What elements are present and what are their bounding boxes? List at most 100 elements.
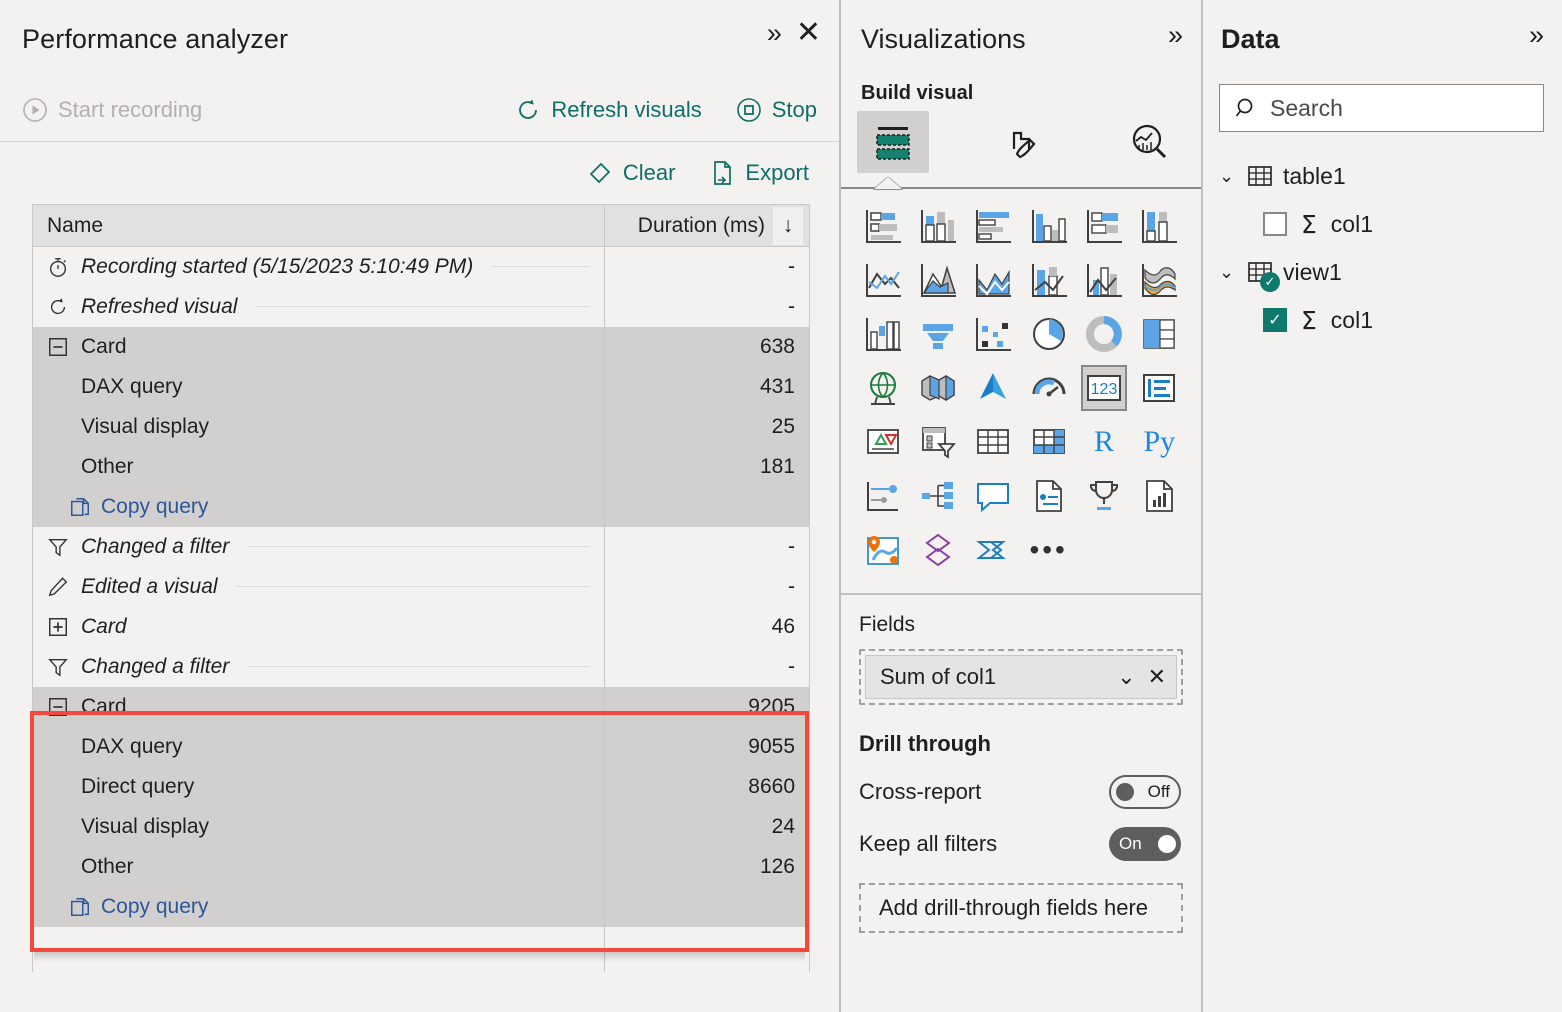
hundred-percent-stacked-bar-chart-icon[interactable] xyxy=(1081,203,1127,249)
table-row-highlighted[interactable]: Card 9205 xyxy=(32,686,810,727)
scatter-chart-icon[interactable] xyxy=(970,311,1016,357)
stop-button[interactable]: Stop xyxy=(736,97,817,123)
table-row[interactable]: Card 638 xyxy=(32,326,810,367)
clustered-column-chart-icon[interactable] xyxy=(1026,203,1072,249)
refresh-visuals-button[interactable]: Refresh visuals xyxy=(515,97,702,123)
chevron-down-icon[interactable]: ⌄ xyxy=(1117,666,1135,688)
column-header-duration[interactable]: Duration (ms) ↓ xyxy=(604,204,810,247)
line-stacked-column-chart-icon[interactable] xyxy=(1026,257,1072,303)
kpi-icon[interactable] xyxy=(860,419,906,465)
funnel-chart-icon[interactable] xyxy=(915,311,961,357)
row-duration: - xyxy=(604,566,810,607)
map-icon[interactable] xyxy=(860,365,906,411)
cross-report-toggle[interactable]: Off xyxy=(1109,775,1181,809)
stacked-bar-chart-icon[interactable] xyxy=(860,203,906,249)
key-influencers-icon[interactable] xyxy=(860,473,906,519)
copy-query-cell[interactable]: Copy query xyxy=(32,486,605,527)
table-row[interactable]: Refreshed visual - xyxy=(32,286,810,327)
field-checkbox[interactable] xyxy=(1263,212,1287,236)
line-chart-icon[interactable] xyxy=(860,257,906,303)
table-row[interactable]: Other 126 xyxy=(32,846,810,887)
table-row[interactable]: Changed a filter - xyxy=(32,646,810,687)
table-row[interactable]: DAX query 431 xyxy=(32,366,810,407)
table-row[interactable]: Changed a filter - xyxy=(32,526,810,567)
tree-node-table1-col1[interactable]: Σ col1 xyxy=(1219,200,1544,248)
expand-plus-icon[interactable] xyxy=(47,616,69,638)
close-icon[interactable]: ✕ xyxy=(796,18,821,48)
fields-drop-zone[interactable]: Sum of col1 ⌄ ✕ xyxy=(859,649,1183,705)
chevron-down-icon[interactable]: ⌄ xyxy=(1219,262,1237,283)
sort-descending-icon[interactable]: ↓ xyxy=(773,206,803,245)
python-visual-icon[interactable]: Py xyxy=(1136,419,1182,465)
stacked-column-chart-icon[interactable] xyxy=(915,203,961,249)
copy-query-cell[interactable]: Copy query xyxy=(32,886,605,927)
metrics-icon[interactable] xyxy=(1081,473,1127,519)
donut-chart-icon[interactable] xyxy=(1081,311,1127,357)
treemap-icon[interactable] xyxy=(1136,311,1182,357)
copy-query-link[interactable]: Copy query xyxy=(69,495,590,519)
table-row[interactable]: Visual display 24 xyxy=(32,806,810,847)
decomposition-tree-icon[interactable] xyxy=(915,473,961,519)
build-visual-tab[interactable] xyxy=(857,111,929,173)
table-row[interactable]: DAX query 9055 xyxy=(32,726,810,767)
keep-all-filters-toggle[interactable]: On xyxy=(1109,827,1181,861)
power-apps-icon[interactable] xyxy=(915,527,961,573)
table-row[interactable]: Edited a visual - xyxy=(32,566,810,607)
start-recording-button[interactable]: Start recording xyxy=(22,97,202,123)
export-button[interactable]: Export xyxy=(709,160,809,186)
card-icon[interactable]: 123 xyxy=(1080,365,1127,411)
analytics-tab[interactable] xyxy=(1113,111,1185,173)
table-row[interactable]: Direct query 8660 xyxy=(32,766,810,807)
hundred-percent-stacked-column-chart-icon[interactable] xyxy=(1136,203,1182,249)
clear-button[interactable]: Clear xyxy=(587,160,675,186)
stacked-area-chart-icon[interactable] xyxy=(970,257,1016,303)
r-script-visual-icon[interactable]: R xyxy=(1081,419,1127,465)
line-clustered-column-chart-icon[interactable] xyxy=(1081,257,1127,303)
waterfall-chart-icon[interactable] xyxy=(860,311,906,357)
table-icon[interactable] xyxy=(970,419,1016,465)
search-input[interactable]: Search xyxy=(1219,84,1544,132)
table-body: Recording started (5/15/2023 5:10:49 PM)… xyxy=(32,246,810,972)
table-row[interactable]: Copy query xyxy=(32,886,810,927)
chevron-down-icon[interactable]: ⌄ xyxy=(1219,166,1237,187)
gauge-icon[interactable] xyxy=(1026,365,1072,411)
table-row[interactable]: Card 46 xyxy=(32,606,810,647)
close-icon[interactable]: ✕ xyxy=(1148,666,1166,688)
table-row[interactable]: Other 181 xyxy=(32,446,810,487)
collapse-minus-icon[interactable] xyxy=(47,696,69,718)
field-checkbox-checked[interactable]: ✓ xyxy=(1263,308,1287,332)
copy-query-link[interactable]: Copy query xyxy=(69,895,590,919)
area-chart-icon[interactable] xyxy=(915,257,961,303)
qa-visual-icon[interactable] xyxy=(970,473,1016,519)
tree-node-view1-col1[interactable]: ✓ Σ col1 xyxy=(1219,296,1544,344)
power-automate-icon[interactable] xyxy=(970,527,1016,573)
chevron-double-right-icon[interactable]: » xyxy=(1529,22,1544,49)
toggle-knob xyxy=(1116,783,1134,801)
table-row[interactable]: Recording started (5/15/2023 5:10:49 PM)… xyxy=(32,246,810,287)
column-header-name[interactable]: Name xyxy=(32,204,605,247)
copy-icon xyxy=(71,897,89,916)
arcgis-map-icon[interactable] xyxy=(860,527,906,573)
clustered-bar-chart-icon[interactable] xyxy=(970,203,1016,249)
collapse-minus-icon[interactable] xyxy=(47,336,69,358)
field-chip[interactable]: Sum of col1 ⌄ ✕ xyxy=(865,655,1177,699)
chevron-double-right-icon[interactable]: » xyxy=(1168,22,1183,49)
chevron-double-right-icon[interactable]: » xyxy=(767,19,782,47)
matrix-icon[interactable] xyxy=(1026,419,1072,465)
drill-through-drop-zone[interactable]: Add drill-through fields here xyxy=(859,883,1183,933)
table-row[interactable]: Copy query xyxy=(32,486,810,527)
slicer-icon[interactable] xyxy=(915,419,961,465)
multi-row-card-icon[interactable] xyxy=(1136,365,1182,411)
format-visual-tab[interactable] xyxy=(985,111,1057,173)
pie-chart-icon[interactable] xyxy=(1026,311,1072,357)
table-row[interactable]: Visual display 25 xyxy=(32,406,810,447)
ribbon-chart-icon[interactable] xyxy=(1136,257,1182,303)
filled-map-icon[interactable] xyxy=(915,365,961,411)
azure-map-icon[interactable] xyxy=(970,365,1016,411)
paginated-report-icon[interactable] xyxy=(1136,473,1182,519)
more-options-icon[interactable]: ••• xyxy=(1026,527,1072,573)
smart-narrative-icon[interactable] xyxy=(1026,473,1072,519)
tree-node-view1[interactable]: ⌄ ✓ view1 xyxy=(1219,248,1544,296)
tree-node-table1[interactable]: ⌄ table1 xyxy=(1219,152,1544,200)
r-label: R xyxy=(1093,425,1114,458)
